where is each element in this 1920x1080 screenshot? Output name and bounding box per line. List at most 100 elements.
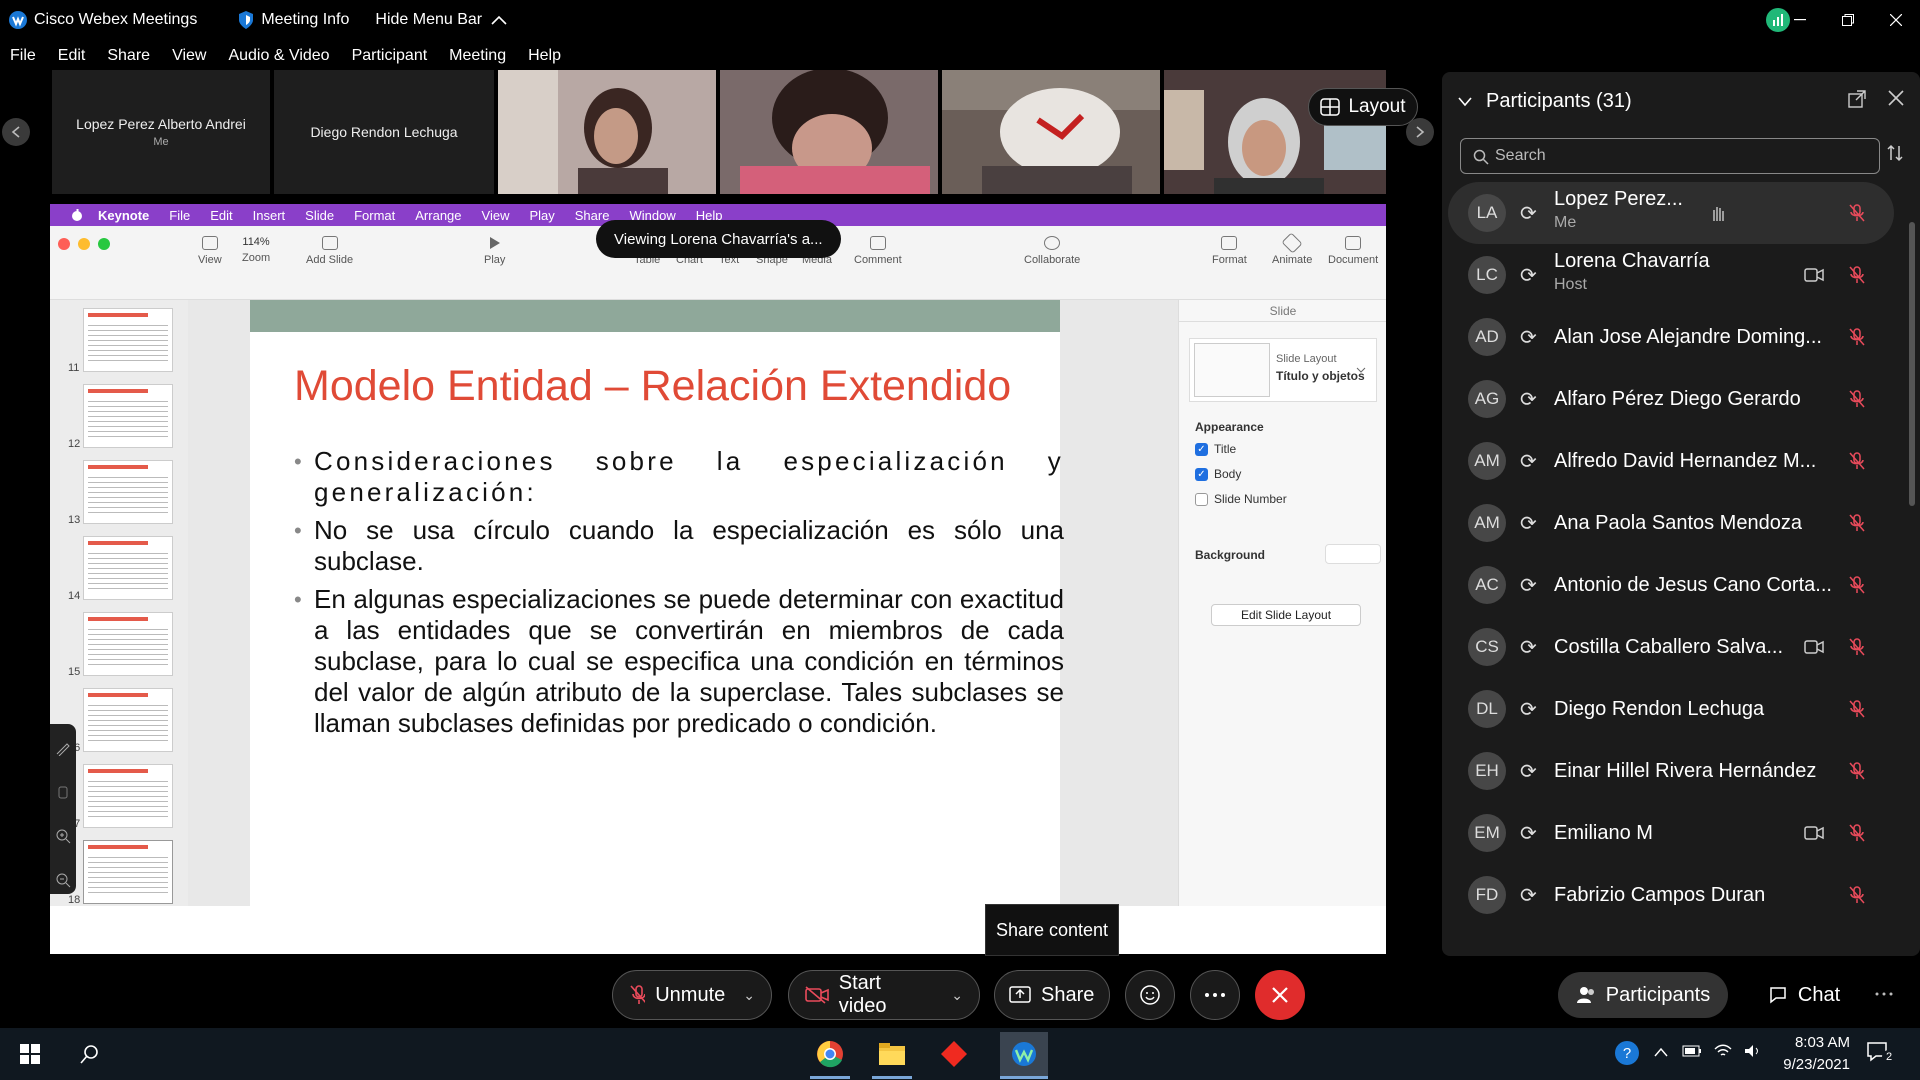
hide-menu-bar-button[interactable]: Hide Menu Bar xyxy=(375,11,508,29)
taskbar-clock[interactable]: 8:03 AM 9/23/2021 xyxy=(1720,1032,1850,1076)
participant-row[interactable]: EH ⟳ Einar Hillel Rivera Hernández xyxy=(1448,740,1894,802)
reactions-button[interactable] xyxy=(1125,970,1175,1020)
participant-row[interactable]: AC ⟳ Antonio de Jesus Cano Corta... xyxy=(1448,554,1894,616)
slide-header-band xyxy=(250,300,1060,332)
comment-icon xyxy=(869,236,886,250)
panel-more-icon[interactable] xyxy=(1874,984,1894,1002)
participant-row[interactable]: LC ⟳ Lorena Chavarría Host xyxy=(1448,244,1894,306)
participants-header[interactable]: Participants (31) xyxy=(1458,90,1632,113)
start-video-button[interactable]: Start video ⌄ xyxy=(788,970,980,1020)
active-indicator xyxy=(872,1076,912,1079)
participant-row[interactable]: CS ⟳ Costilla Caballero Salva... xyxy=(1448,616,1894,678)
sync-icon: ⟳ xyxy=(1520,698,1537,721)
avatar: LA xyxy=(1468,194,1506,232)
leave-meeting-button[interactable] xyxy=(1255,970,1305,1020)
slide-thumbnail xyxy=(83,612,173,676)
video-feed[interactable] xyxy=(498,70,716,194)
keynote-menu-item: File xyxy=(169,207,191,223)
chevron-right-icon xyxy=(1416,126,1425,138)
zoom-in-icon[interactable] xyxy=(55,828,71,844)
more-options-button[interactable] xyxy=(1190,970,1240,1020)
keynote-menu-item: Edit xyxy=(210,207,233,223)
file-explorer-icon[interactable] xyxy=(876,1038,908,1070)
tile-sub: Me xyxy=(153,136,169,148)
restore-button[interactable] xyxy=(1824,0,1872,40)
webex-taskbar-icon[interactable] xyxy=(1000,1032,1048,1076)
participant-row[interactable]: FD ⟳ Fabrizio Campos Duran xyxy=(1448,864,1894,926)
pop-out-icon[interactable] xyxy=(1848,90,1866,108)
menu-file[interactable]: File xyxy=(10,47,36,65)
participant-row[interactable]: AD ⟳ Alan Jose Alejandre Doming... xyxy=(1448,306,1894,368)
participant-row[interactable]: AG ⟳ Alfaro Pérez Diego Gerardo xyxy=(1448,368,1894,430)
slide: Modelo Entidad – Relación Extendido Cons… xyxy=(250,300,1064,906)
notifications-icon[interactable]: 2 xyxy=(1866,1040,1896,1069)
menu-audio-video[interactable]: Audio & Video xyxy=(228,47,329,65)
participant-search-input[interactable]: Search xyxy=(1460,138,1880,174)
meeting-info-button[interactable]: Meeting Info xyxy=(223,10,349,30)
pen-icon[interactable] xyxy=(55,740,71,756)
participants-toggle-button[interactable]: Participants xyxy=(1558,972,1728,1018)
participant-row[interactable]: AM ⟳ Ana Paola Santos Mendoza xyxy=(1448,492,1894,554)
avatar: CS xyxy=(1468,628,1506,666)
zoom-out-icon[interactable] xyxy=(55,872,71,888)
menu-participant[interactable]: Participant xyxy=(352,47,428,65)
participant-row[interactable]: LA ⟳ Lopez Perez... Me xyxy=(1448,182,1894,244)
windows-start-icon[interactable] xyxy=(14,1038,46,1070)
video-feed-image xyxy=(720,70,938,194)
menu-edit[interactable]: Edit xyxy=(58,47,86,65)
close-icon[interactable] xyxy=(1888,90,1904,106)
svg-text:?: ? xyxy=(1623,1045,1631,1062)
minimize-button[interactable] xyxy=(1776,0,1824,40)
chevron-up-icon xyxy=(491,15,507,25)
participant-row[interactable]: DL ⟳ Diego Rendon Lechuga xyxy=(1448,678,1894,740)
layout-label: Layout xyxy=(1348,96,1406,117)
battery-icon[interactable] xyxy=(1682,1044,1702,1062)
menu-meeting[interactable]: Meeting xyxy=(449,47,506,65)
participant-name: Diego Rendon Lechuga xyxy=(1554,697,1765,720)
avatar: EH xyxy=(1468,752,1506,790)
unmute-button[interactable]: Unmute ⌄ xyxy=(612,970,772,1020)
layout-grid-icon xyxy=(1320,98,1341,116)
video-tile[interactable]: Lopez Perez Alberto Andrei Me xyxy=(52,70,270,194)
strip-prev-button[interactable] xyxy=(2,118,30,146)
chrome-icon[interactable] xyxy=(814,1038,846,1070)
chat-toggle-button[interactable]: Chat xyxy=(1744,972,1864,1018)
video-feed[interactable] xyxy=(720,70,938,194)
share-button[interactable]: Share xyxy=(994,970,1110,1020)
scroll-thumb[interactable] xyxy=(1909,222,1915,506)
close-icon xyxy=(1272,987,1288,1003)
tool-label: View xyxy=(198,254,222,266)
chevron-down-icon[interactable]: ⌄ xyxy=(951,987,963,1004)
chevron-down-icon[interactable]: ⌄ xyxy=(743,987,755,1004)
close-window-button[interactable] xyxy=(1872,0,1920,40)
restore-icon xyxy=(1842,14,1854,26)
slide-number: 14 xyxy=(68,590,81,602)
sync-icon: ⟳ xyxy=(1520,388,1537,411)
help-icon[interactable]: ? xyxy=(1614,1040,1640,1071)
app-diamond-icon[interactable] xyxy=(938,1038,970,1070)
clock-time: 8:03 AM xyxy=(1794,1034,1850,1051)
participant-row[interactable]: EM ⟳ Emiliano M xyxy=(1448,802,1894,864)
chat-toggle-label: Chat xyxy=(1797,983,1841,1006)
participant-row[interactable]: AM ⟳ Alfredo David Hernandez M... xyxy=(1448,430,1894,492)
video-tile[interactable]: Diego Rendon Lechuga xyxy=(274,70,494,194)
keynote-menu-item: Play xyxy=(529,207,555,223)
menu-help[interactable]: Help xyxy=(528,47,561,65)
sort-icon[interactable] xyxy=(1886,144,1904,162)
participants-scrollbar[interactable] xyxy=(1908,192,1916,932)
slide-canvas: Modelo Entidad – Relación Extendido Cons… xyxy=(188,300,1178,906)
menu-view[interactable]: View xyxy=(172,47,206,65)
shared-screen[interactable]: Keynote File Edit Insert Slide Format Ar… xyxy=(50,204,1386,954)
participant-role: Host xyxy=(1554,276,1587,293)
taskbar-search-icon[interactable] xyxy=(74,1038,106,1070)
layout-button[interactable]: Layout xyxy=(1308,88,1418,126)
eraser-icon[interactable] xyxy=(55,784,71,800)
notification-count: 2 xyxy=(1882,1050,1896,1064)
tray-chevron-up-icon[interactable] xyxy=(1654,1044,1668,1062)
muted-mic-icon xyxy=(1849,638,1865,656)
sync-icon: ⟳ xyxy=(1520,822,1537,845)
tool-label: Format xyxy=(1212,254,1247,266)
strip-next-button[interactable] xyxy=(1406,118,1434,146)
menu-share[interactable]: Share xyxy=(107,47,150,65)
video-feed[interactable] xyxy=(942,70,1160,194)
